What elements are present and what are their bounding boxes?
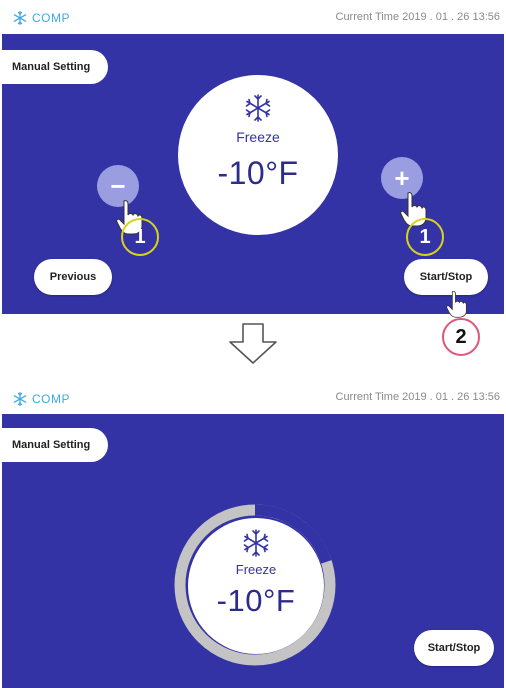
comp-label: COMP — [32, 392, 70, 406]
after-screen: COMP Current Time 2019 . 01 . 26 13:56 M… — [0, 384, 506, 688]
control-screen: Manual Setting − Freeze -10°F + Previous… — [2, 34, 504, 314]
down-arrow-icon — [229, 323, 277, 364]
mode-label: Freeze — [236, 129, 280, 145]
step-1-badge: 1 — [121, 218, 159, 256]
snowflake-icon — [245, 94, 271, 122]
temperature-value: -10°F — [216, 583, 296, 618]
comp-label: COMP — [32, 11, 70, 25]
snowflake-icon — [13, 391, 27, 407]
manual-setting-tab[interactable]: Manual Setting — [2, 50, 109, 84]
previous-button[interactable]: Previous — [34, 259, 112, 295]
plus-icon: + — [394, 163, 410, 193]
manual-setting-tab[interactable]: Manual Setting — [2, 428, 109, 462]
current-time: Current Time 2019 . 01 . 26 13:56 — [335, 391, 501, 403]
temperature-display: Freeze -10°F — [178, 75, 338, 235]
temperature-display: Freeze -10°F — [188, 518, 324, 654]
temperature-value: -10°F — [217, 155, 299, 191]
step-2-badge: 2 — [442, 318, 480, 356]
snowflake-icon — [13, 10, 27, 26]
control-screen: Manual Setting Freeze -10°F Start/Stop — [2, 414, 504, 688]
status-bar: COMP Current Time 2019 . 01 . 26 13:56 — [0, 384, 506, 418]
snowflake-icon — [243, 529, 269, 557]
status-bar: COMP Current Time 2019 . 01 . 26 13:56 — [0, 0, 506, 34]
current-time: Current Time 2019 . 01 . 26 13:56 — [335, 11, 501, 23]
comp-indicator: COMP — [12, 9, 70, 27]
start-stop-button[interactable]: Start/Stop — [414, 630, 494, 666]
mode-label: Freeze — [235, 562, 277, 577]
step-1-badge: 1 — [406, 218, 444, 256]
comp-indicator: COMP — [12, 390, 70, 408]
before-screen: COMP Current Time 2019 . 01 . 26 13:56 M… — [0, 0, 506, 316]
hand-pointer-icon — [446, 290, 467, 318]
minus-icon: − — [110, 171, 126, 201]
